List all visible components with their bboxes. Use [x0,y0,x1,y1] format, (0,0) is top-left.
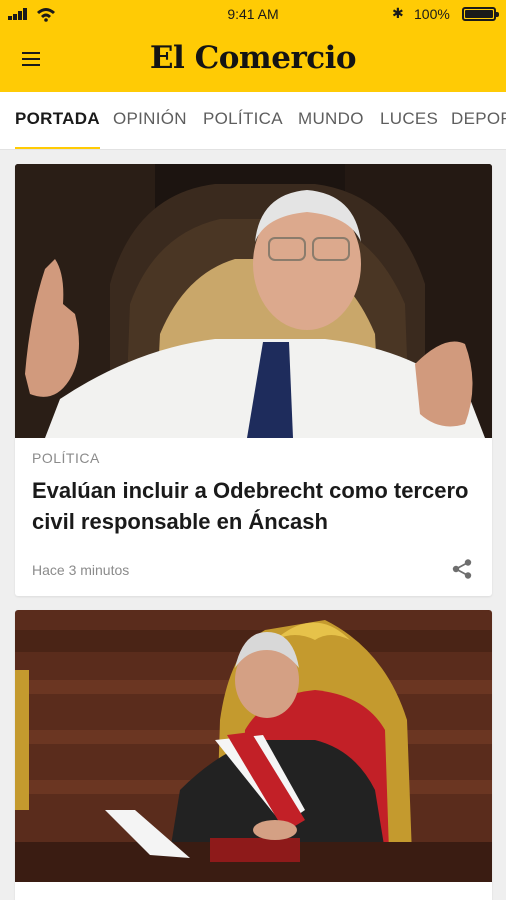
article-section[interactable]: POLÍTICA [32,450,100,466]
section-tabs: PORTADA OPINIÓN POLÍTICA MUNDO LUCES DEP… [0,92,506,150]
tab-portada[interactable]: PORTADA [15,92,100,149]
article-headline[interactable]: Evalúan incluir a Odebrecht como tercero… [32,475,472,537]
battery-percentage: 100% [414,6,450,22]
article-timestamp: Hace 3 minutos [32,562,130,578]
tab-luces[interactable]: LUCES [380,92,438,149]
share-icon[interactable] [451,558,473,580]
tab-mundo[interactable]: MUNDO [298,92,364,149]
app-logo[interactable]: El Comercio [0,40,506,76]
status-bar: 9:41 AM ✱ 100% [0,0,506,28]
tab-deportes[interactable]: DEPORTES [451,92,506,149]
article-photo[interactable] [15,610,492,882]
article-card[interactable]: POLÍTICA Evalúan incluir a Odebrecht com… [15,164,492,596]
bluetooth-icon: ✱ [392,5,404,21]
battery-icon [462,7,499,21]
app-header: El Comercio [0,28,506,92]
article-photo[interactable] [15,164,492,438]
tab-politica[interactable]: POLÍTICA [203,92,283,149]
tab-opinion[interactable]: OPINIÓN [113,92,187,149]
article-card[interactable] [15,610,492,900]
battery-fill [465,10,493,18]
